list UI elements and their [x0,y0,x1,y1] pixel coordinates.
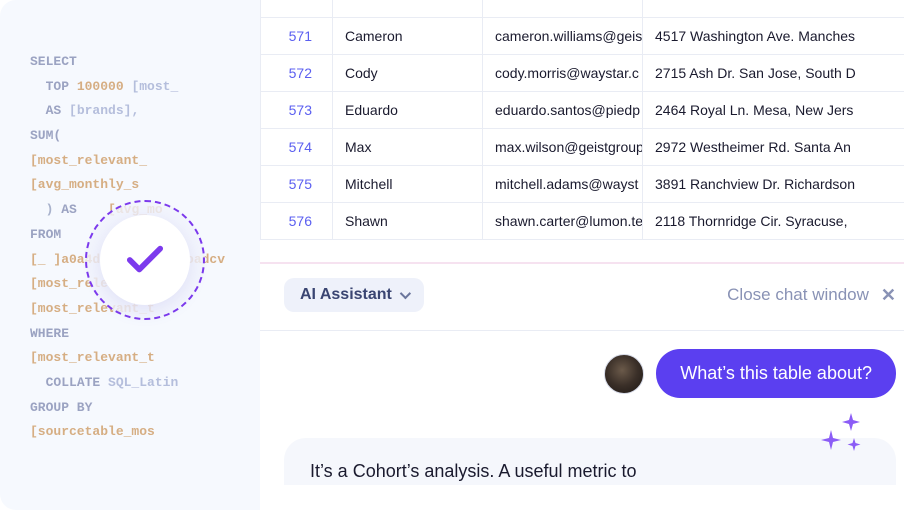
code-line: [most_relevant_t [30,346,240,371]
table-row[interactable]: 575Mitchellmitchell.adams@wayst3891 Ranc… [261,166,904,203]
assistant-label: AI Assistant [300,286,392,304]
user-avatar [604,354,644,394]
code-line: GROUP BY [30,396,240,421]
close-chat-button[interactable]: Close chat window ✕ [727,285,896,306]
row-name: Shawn [333,203,483,240]
code-line: SELECT [30,50,240,75]
code-line: SUM( [30,124,240,149]
row-index: 573 [261,92,333,129]
data-table: 571Cameroncameron.williams@geis4517 Wash… [260,0,904,240]
user-message-bubble: What’s this table about? [656,349,896,398]
code-line: [avg_monthly_s [30,173,240,198]
table-row[interactable]: 573Eduardoeduardo.santos@piedp2464 Royal… [261,92,904,129]
row-index: 574 [261,129,333,166]
row-email: cameron.williams@geis [483,18,643,55]
row-name: Eduardo [333,92,483,129]
code-line: COLLATE SQL_Latin [30,371,240,396]
row-name: Cameron [333,18,483,55]
code-line: [sourcetable_mos [30,420,240,445]
row-name: Max [333,129,483,166]
row-index: 572 [261,55,333,92]
chat-panel: AI Assistant Close chat window ✕ What’s … [260,262,904,503]
row-address: 4517 Washington Ave. Manches [643,18,904,55]
user-message-row: What’s this table about? [284,349,896,398]
table-row[interactable]: 574Maxmax.wilson@geistgroup2972 Westheim… [261,129,904,166]
table-row[interactable]: 576Shawnshawn.carter@lumon.te2118 Thornr… [261,203,904,240]
chat-body: What’s this table about? It’s a Cohort’s… [260,331,904,503]
chat-header: AI Assistant Close chat window ✕ [260,264,904,331]
sparkles-icon [816,408,866,458]
row-index: 576 [261,203,333,240]
row-address: 3891 Ranchview Dr. Richardson [643,166,904,203]
ai-assistant-dropdown[interactable]: AI Assistant [284,278,424,312]
table-row[interactable]: 571Cameroncameron.williams@geis4517 Wash… [261,18,904,55]
row-email: mitchell.adams@wayst [483,166,643,203]
ai-response-bubble: It’s a Cohort’s analysis. A useful metri… [284,438,896,485]
checkmark-icon [126,244,164,276]
row-index: 571 [261,18,333,55]
code-line: AS [brands], [30,99,240,124]
ai-response-text: It’s a Cohort’s analysis. A useful metri… [310,461,637,481]
table-row [261,0,904,18]
row-address: 2715 Ash Dr. San Jose, South D [643,55,904,92]
row-name: Mitchell [333,166,483,203]
table-row[interactable]: 572Codycody.morris@waystar.c2715 Ash Dr.… [261,55,904,92]
row-email: shawn.carter@lumon.te [483,203,643,240]
success-badge-inner [100,215,190,305]
row-index: 575 [261,166,333,203]
chevron-down-icon [400,288,411,299]
row-email: max.wilson@geistgroup [483,129,643,166]
row-address: 2118 Thornridge Cir. Syracuse, [643,203,904,240]
code-line: [most_relevant_ [30,149,240,174]
row-address: 2972 Westheimer Rd. Santa An [643,129,904,166]
success-badge [85,200,205,320]
code-line: WHERE [30,322,240,347]
row-email: cody.morris@waystar.c [483,55,643,92]
user-message-text: What’s this table about? [680,363,872,383]
row-name: Cody [333,55,483,92]
row-email: eduardo.santos@piedp [483,92,643,129]
row-address: 2464 Royal Ln. Mesa, New Jers [643,92,904,129]
close-chat-label: Close chat window [727,285,869,305]
close-icon: ✕ [881,285,896,306]
code-line: TOP 100000 [most_ [30,75,240,100]
